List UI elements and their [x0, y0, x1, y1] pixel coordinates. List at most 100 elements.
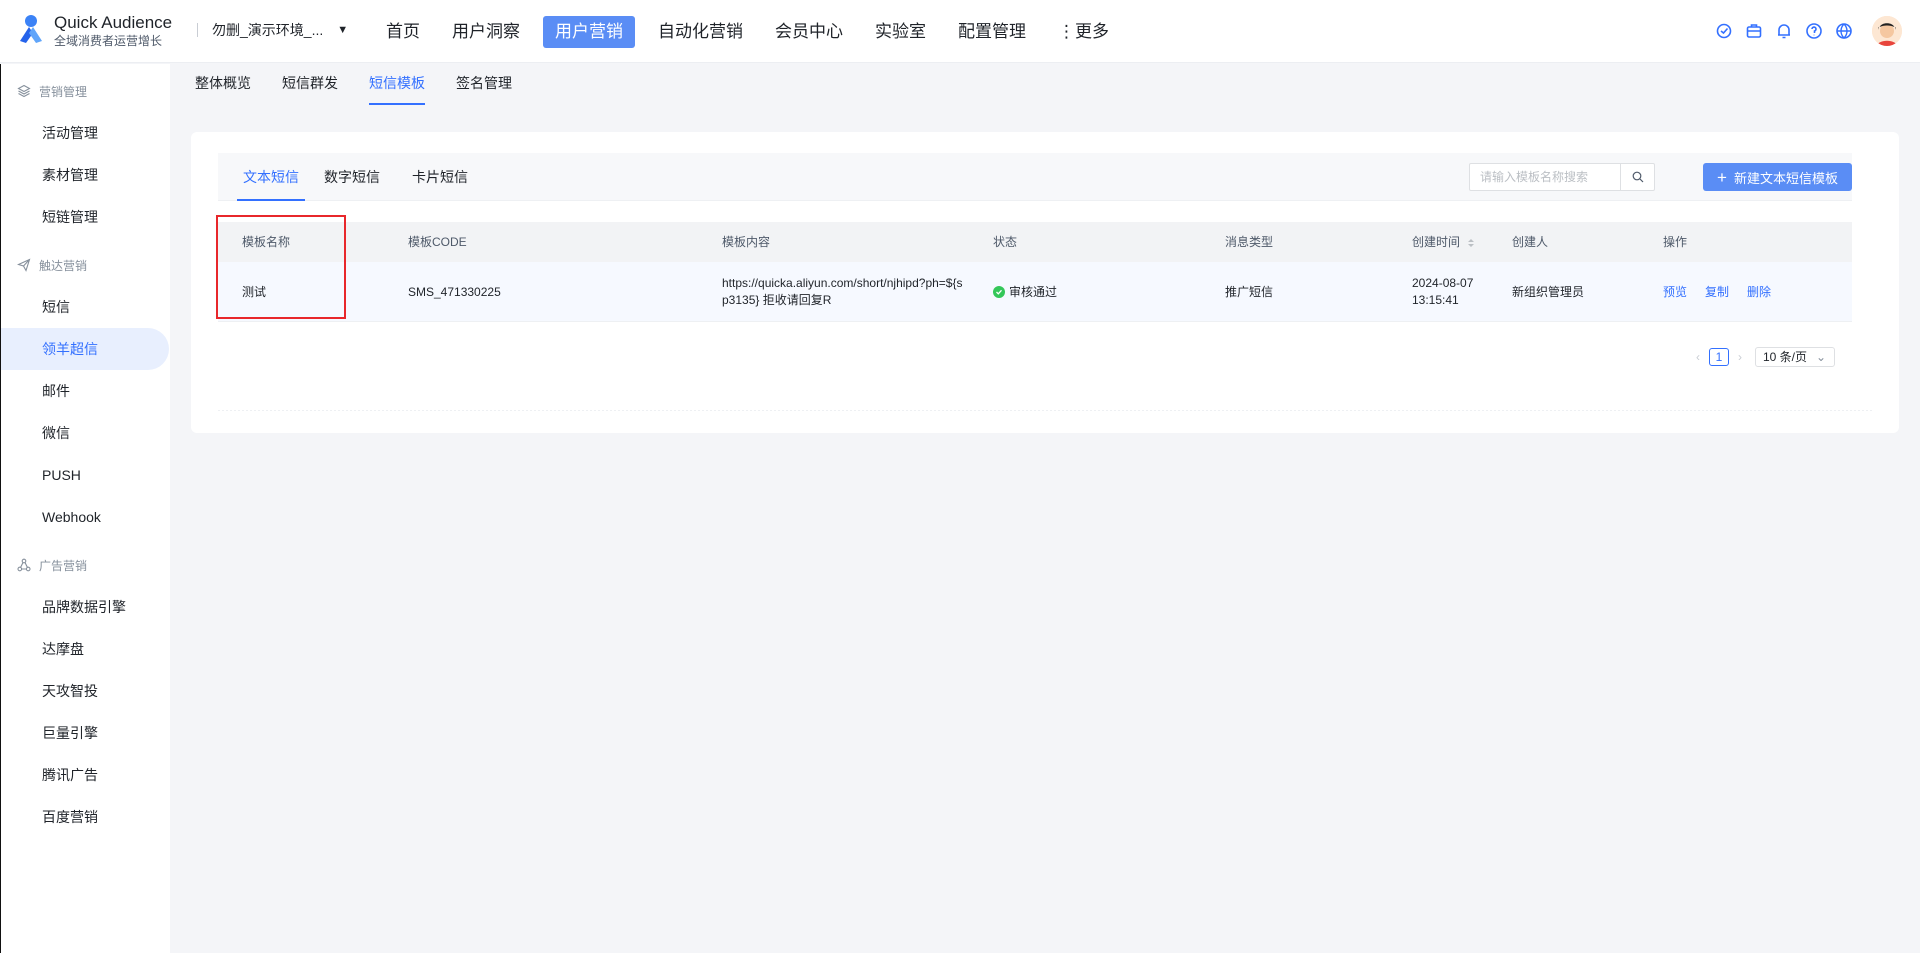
sidebar: 营销管理 活动管理 素材管理 短链管理 触达营销 短信 领羊超信 邮件 微信 P…	[0, 64, 170, 953]
status-badge: 审核通过	[1009, 284, 1058, 299]
brand-name: Quick Audience	[54, 13, 173, 32]
top-nav-member-center[interactable]: 会员中心	[766, 16, 852, 48]
sidebar-item-brand-data-engine[interactable]: 品牌数据引擎	[1, 586, 170, 628]
search-input[interactable]	[1470, 164, 1620, 190]
brand-subtitle: 全域消费者运营增长	[54, 34, 163, 48]
top-nav-more[interactable]: ⋮更多	[1049, 16, 1118, 48]
highlight-annotation	[216, 215, 346, 319]
sidebar-item-tiangong[interactable]: 天攻智投	[1, 670, 170, 712]
page-size-value: 10 条/页	[1763, 350, 1808, 364]
search-button[interactable]	[1620, 164, 1654, 190]
bell-icon[interactable]	[1774, 21, 1794, 41]
sidebar-item-activity-management[interactable]: 活动管理	[1, 112, 170, 154]
tab-sms-template[interactable]: 短信模板	[369, 64, 425, 105]
sidebar-item-sms[interactable]: 短信	[1, 286, 170, 328]
next-page-icon[interactable]: ›	[1733, 350, 1747, 364]
tab-signature-management[interactable]: 签名管理	[456, 64, 512, 104]
sidebar-item-email[interactable]: 邮件	[1, 370, 170, 412]
copy-link[interactable]: 复制	[1705, 284, 1729, 301]
page-number[interactable]: 1	[1709, 348, 1729, 366]
cell-status: 审核通过	[993, 262, 1057, 322]
brand[interactable]: Quick Audience 全域消费者运营增长	[16, 12, 172, 49]
tab-card-sms[interactable]: 卡片短信	[412, 153, 468, 201]
sidebar-item-oceanengine[interactable]: 巨量引擎	[1, 712, 170, 754]
sidebar-item-push[interactable]: PUSH	[1, 454, 170, 496]
plus-icon: +	[1717, 167, 1727, 187]
top-nav-lab[interactable]: 实验室	[866, 16, 935, 48]
column-header-creator: 创建人	[1512, 235, 1549, 249]
sidebar-item-tencent-ads[interactable]: 腾讯广告	[1, 754, 170, 796]
prev-page-icon[interactable]: ‹	[1691, 350, 1705, 364]
top-nav: 首页 用户洞察 用户营销 自动化营销 会员中心 实验室 配置管理 ⋮更多	[377, 16, 1132, 48]
sidebar-item-webhook[interactable]: Webhook	[1, 496, 170, 538]
globe-icon[interactable]	[1834, 21, 1854, 41]
divider	[218, 410, 1872, 411]
preview-link[interactable]: 预览	[1663, 284, 1687, 301]
sidebar-group-ad-marketing[interactable]: 广告营销	[1, 554, 170, 576]
column-header-message-type: 消息类型	[1225, 235, 1274, 249]
help-icon[interactable]	[1804, 21, 1824, 41]
column-header-created-time[interactable]: 创建时间	[1412, 222, 1475, 262]
sidebar-group-reach-marketing[interactable]: 触达营销	[1, 254, 170, 276]
chevron-down-icon: ⌄	[1815, 350, 1826, 364]
search-icon	[1632, 171, 1643, 183]
top-nav-user-marketing[interactable]: 用户营销	[543, 16, 635, 48]
top-header: Quick Audience 全域消费者运营增长 勿删_演示环境_... ▼ 首…	[0, 0, 1920, 63]
environment-select[interactable]: 勿删_演示环境_... ▼	[197, 20, 348, 40]
sidebar-item-baidu-marketing[interactable]: 百度营销	[1, 796, 170, 838]
caret-down-icon: ▼	[337, 24, 349, 36]
page-size-select[interactable]: 10 条/页 ⌄	[1755, 347, 1835, 367]
tab-digital-sms[interactable]: 数字短信	[324, 153, 380, 201]
cell-created-time: 2024-08-07 13:15:41	[1412, 262, 1473, 322]
new-text-sms-template-button[interactable]: + 新建文本短信模板	[1703, 163, 1852, 191]
share-icon	[17, 558, 31, 572]
pagination: ‹ 1 › 10 条/页 ⌄	[1691, 347, 1835, 367]
column-header-template-content: 模板内容	[722, 235, 771, 249]
send-icon	[17, 258, 31, 272]
table-header: 模板名称 模板CODE 模板内容 状态 消息类型 创建时间 创建人 操作	[218, 222, 1852, 262]
sidebar-group-marketing-management[interactable]: 营销管理	[1, 80, 170, 102]
new-button-label: 新建文本短信模板	[1733, 170, 1838, 186]
cell-creator: 新组织管理员	[1512, 284, 1585, 299]
cell-template-content: https://quicka.aliyun.com/short/njhipd?p…	[722, 276, 963, 307]
sidebar-item-material-management[interactable]: 素材管理	[1, 154, 170, 196]
column-header-label: 创建时间	[1412, 235, 1461, 249]
created-time: 13:15:41	[1412, 293, 1459, 307]
layers-icon	[17, 84, 31, 98]
sidebar-item-lingyang-supermessage[interactable]: 领羊超信	[1, 328, 169, 370]
quick-audience-logo-icon	[16, 13, 46, 49]
top-toolbar	[1704, 16, 1902, 46]
top-nav-automation-marketing[interactable]: 自动化营销	[649, 16, 752, 48]
sidebar-group-label: 广告营销	[39, 558, 88, 573]
sidebar-item-wechat[interactable]: 微信	[1, 412, 170, 454]
briefcase-icon[interactable]	[1744, 21, 1764, 41]
column-header-actions: 操作	[1663, 235, 1688, 249]
sidebar-item-damopan[interactable]: 达摩盘	[1, 628, 170, 670]
cell-message-type: 推广短信	[1225, 284, 1274, 299]
template-search	[1469, 163, 1655, 191]
tab-text-sms[interactable]: 文本短信	[237, 153, 305, 201]
tab-sms-broadcast[interactable]: 短信群发	[282, 64, 338, 104]
sub-nav: 整体概览 短信群发 短信模板 签名管理	[171, 64, 1920, 112]
template-card: 文本短信 数字短信 卡片短信 + 新建文本短信模板 模板名称 模板CODE 模板…	[191, 132, 1899, 433]
user-avatar[interactable]	[1872, 16, 1902, 46]
column-header-template-code: 模板CODE	[408, 235, 467, 249]
delete-link[interactable]: 删除	[1747, 284, 1771, 301]
environment-select-value: 勿删_演示环境_...	[212, 22, 324, 38]
cell-actions: 预览 复制 删除	[1663, 262, 1789, 322]
column-header-status: 状态	[993, 235, 1018, 249]
top-nav-config[interactable]: 配置管理	[949, 16, 1035, 48]
table-row: 测试 SMS_471330225 https://quicka.aliyun.c…	[218, 262, 1852, 322]
created-date: 2024-08-07	[1412, 276, 1474, 290]
sidebar-group-label: 触达营销	[39, 258, 88, 273]
sidebar-group-label: 营销管理	[39, 84, 88, 99]
sort-icon	[1468, 238, 1475, 247]
ai-assistant-icon[interactable]	[1714, 21, 1734, 41]
tab-overview[interactable]: 整体概览	[195, 64, 251, 104]
top-nav-home[interactable]: 首页	[377, 16, 429, 48]
top-nav-user-insight[interactable]: 用户洞察	[443, 16, 529, 48]
check-circle-icon	[993, 286, 1005, 298]
sidebar-item-shortlink-management[interactable]: 短链管理	[1, 196, 170, 238]
cell-template-code: SMS_471330225	[408, 284, 501, 299]
divider	[197, 23, 198, 37]
